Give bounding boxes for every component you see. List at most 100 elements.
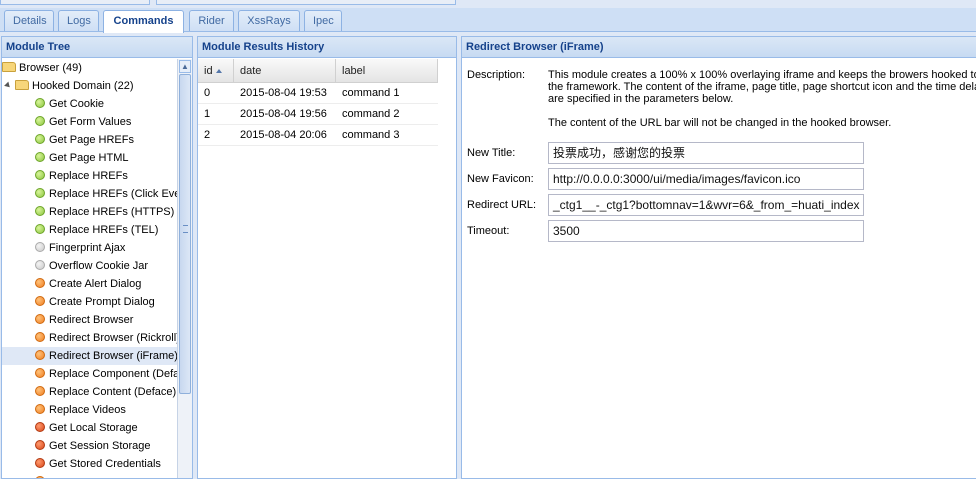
status-orange-icon xyxy=(35,314,45,324)
module-item[interactable]: Replace Component (Deface xyxy=(2,365,178,383)
description-label: Description: xyxy=(467,69,526,81)
new-favicon-input[interactable]: http://0.0.0.0:3000/ui/media/images/favi… xyxy=(548,168,864,190)
timeout-input[interactable]: 3500 xyxy=(548,220,864,242)
module-item-label: Redirect Browser (Rickroll) xyxy=(49,332,178,344)
module-tree: Browser (49) Hooked Domain (22) Get Cook… xyxy=(2,59,178,478)
column-header-id[interactable]: id xyxy=(198,59,234,82)
module-item[interactable]: Create Alert Dialog xyxy=(2,275,178,293)
tree-scrollbar[interactable]: ▲ xyxy=(177,59,192,478)
top-strip-segment xyxy=(0,0,150,5)
tab-logs[interactable]: Logs xyxy=(58,10,99,31)
module-item[interactable]: Get Cookie xyxy=(2,95,178,113)
module-item[interactable]: Create Prompt Dialog xyxy=(2,293,178,311)
status-orange-icon xyxy=(35,404,45,414)
module-item-label: Replace HREFs xyxy=(49,170,128,182)
module-item[interactable]: Fingerprint Ajax xyxy=(2,239,178,257)
folder-icon xyxy=(2,62,16,72)
module-item[interactable]: Get Session Storage xyxy=(2,437,178,455)
tab-ipec[interactable]: Ipec xyxy=(304,10,342,31)
status-green-icon xyxy=(35,116,45,126)
status-red-icon xyxy=(35,422,45,432)
column-header-label[interactable]: label xyxy=(336,59,438,82)
cell-label: command 1 xyxy=(342,87,400,99)
module-item-label: Replace Component (Deface xyxy=(49,368,178,380)
status-green-icon xyxy=(35,188,45,198)
module-item[interactable]: Redirect Browser (Rickroll) xyxy=(2,329,178,347)
module-item-label: Create Alert Dialog xyxy=(49,278,142,290)
tab-xssrays[interactable]: XssRays xyxy=(238,10,300,31)
timeout-label: Timeout: xyxy=(467,225,510,237)
module-item[interactable]: Get Page HTML xyxy=(2,149,178,167)
results-history-panel: Module Results History id date label 0 20… xyxy=(197,36,457,479)
module-item-label: Redirect Browser xyxy=(49,314,134,326)
scroll-thumb[interactable] xyxy=(179,74,191,394)
tab-rider[interactable]: Rider xyxy=(189,10,234,31)
grid-header: id date label xyxy=(198,59,438,83)
tree-node-label: Browser (49) xyxy=(19,62,82,74)
cell-label: command 3 xyxy=(342,129,400,141)
tree-node-hooked-domain[interactable]: Hooked Domain (22) xyxy=(2,77,178,95)
module-item-label: Get Form Values xyxy=(49,116,132,128)
module-item-label: Create Prompt Dialog xyxy=(49,296,155,308)
table-row[interactable]: 1 2015-08-04 19:56 command 2 xyxy=(198,104,438,125)
description-text: This module creates a 100% x 100% overla… xyxy=(548,69,976,105)
module-item-label: Get Cookie xyxy=(49,98,105,110)
module-item[interactable]: Redirect Browser (iFrame) xyxy=(2,347,178,365)
module-item[interactable]: Get Local Storage xyxy=(2,419,178,437)
grip-icon xyxy=(183,225,188,233)
cell-id: 2 xyxy=(204,129,211,141)
status-green-icon xyxy=(35,152,45,162)
module-item[interactable]: Get Page HREFs xyxy=(2,131,178,149)
module-item[interactable]: Overflow Cookie Jar xyxy=(2,257,178,275)
module-item[interactable]: Replace Videos xyxy=(2,401,178,419)
status-orange-icon xyxy=(35,332,45,342)
module-item[interactable]: Replace Content (Deface) xyxy=(2,383,178,401)
cell-label: command 2 xyxy=(342,108,400,120)
module-item[interactable] xyxy=(2,473,178,478)
expand-arrow-icon[interactable] xyxy=(4,81,12,90)
module-tree-header: Module Tree xyxy=(2,37,192,58)
tab-details[interactable]: Details xyxy=(4,10,54,31)
cell-id: 0 xyxy=(204,87,211,99)
tree-node-label: Hooked Domain (22) xyxy=(32,80,134,92)
status-green-icon xyxy=(35,134,45,144)
module-item[interactable]: Get Stored Credentials xyxy=(2,455,178,473)
status-green-icon xyxy=(35,98,45,108)
results-history-header: Module Results History xyxy=(198,37,456,58)
new-favicon-label: New Favicon: xyxy=(467,173,534,185)
status-orange-icon xyxy=(35,278,45,288)
table-row[interactable]: 0 2015-08-04 19:53 command 1 xyxy=(198,83,438,104)
module-detail-header: Redirect Browser (iFrame) xyxy=(462,37,976,58)
new-title-label: New Title: xyxy=(467,147,516,159)
table-row[interactable]: 2 2015-08-04 20:06 command 3 xyxy=(198,125,438,146)
scroll-up-icon[interactable]: ▲ xyxy=(179,60,191,73)
module-item-label: Get Local Storage xyxy=(49,422,138,434)
module-detail-panel: Redirect Browser (iFrame) Description: T… xyxy=(461,36,976,479)
module-item[interactable]: Replace HREFs (HTTPS) xyxy=(2,203,178,221)
module-item[interactable]: Replace HREFs (TEL) xyxy=(2,221,178,239)
status-orange-icon xyxy=(35,386,45,396)
module-item-label: Fingerprint Ajax xyxy=(49,242,126,254)
status-green-icon xyxy=(35,170,45,180)
module-item-label: Get Stored Credentials xyxy=(49,458,161,470)
module-item[interactable]: Replace HREFs (Click Even xyxy=(2,185,178,203)
status-green-icon xyxy=(35,224,45,234)
tab-commands[interactable]: Commands xyxy=(103,10,184,33)
cell-date: 2015-08-04 20:06 xyxy=(240,129,327,141)
module-item-label: Replace HREFs (HTTPS) xyxy=(49,206,175,218)
status-grey-icon xyxy=(35,242,45,252)
description-note: The content of the URL bar will not be c… xyxy=(548,117,892,129)
module-item-label: Replace HREFs (TEL) xyxy=(49,224,159,236)
module-item[interactable]: Replace HREFs xyxy=(2,167,178,185)
new-title-input[interactable]: 投票成功，感谢您的投票 xyxy=(548,142,864,164)
module-item-label: Get Page HREFs xyxy=(49,134,134,146)
folder-icon xyxy=(15,80,29,90)
sort-ascending-icon xyxy=(215,69,222,73)
column-header-date[interactable]: date xyxy=(234,59,336,82)
status-orange-icon xyxy=(35,368,45,378)
module-item[interactable]: Get Form Values xyxy=(2,113,178,131)
module-item[interactable]: Redirect Browser xyxy=(2,311,178,329)
module-item-label: Get Session Storage xyxy=(49,440,151,452)
redirect-url-input[interactable]: _ctg1__-_ctg1?bottomnav=1&wvr=6&_from_=h… xyxy=(548,194,864,216)
tree-node-browser[interactable]: Browser (49) xyxy=(2,59,178,77)
